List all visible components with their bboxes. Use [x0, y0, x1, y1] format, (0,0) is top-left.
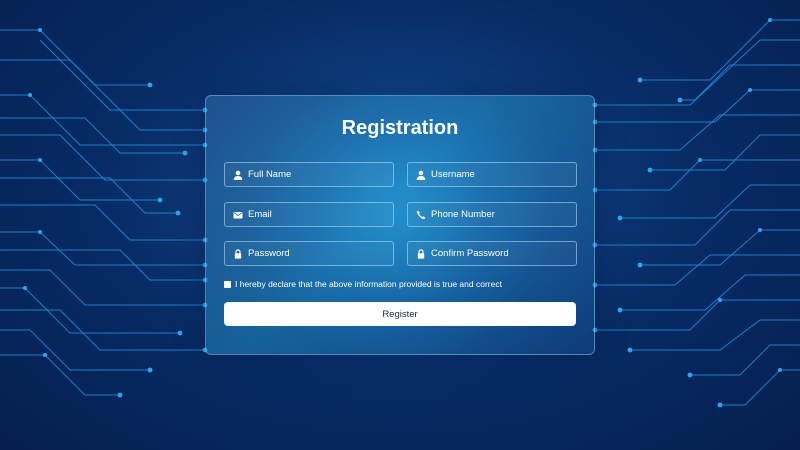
circuit-trace — [0, 269, 205, 306]
username-field[interactable] — [407, 162, 577, 187]
circuit-trace — [595, 254, 800, 286]
circuit-node — [38, 28, 42, 32]
circuit-node — [175, 210, 181, 216]
declaration-checkbox[interactable] — [224, 280, 231, 288]
user-icon — [233, 170, 243, 180]
confirm-password-field[interactable] — [407, 241, 577, 266]
password-field[interactable] — [224, 241, 394, 266]
circuit-node — [647, 167, 653, 173]
circuit-trace — [620, 274, 800, 311]
circuit-trace — [640, 229, 800, 266]
circuit-node — [23, 286, 27, 290]
circuit-node — [718, 298, 722, 302]
circuit-node — [38, 158, 42, 162]
phone-input[interactable] — [431, 209, 571, 220]
user-icon — [416, 170, 426, 180]
circuit-node — [182, 150, 188, 156]
declaration-row[interactable]: I hereby declare that the above informat… — [224, 279, 502, 289]
circuit-trace — [595, 114, 800, 151]
circuit-node — [617, 307, 623, 313]
circuit-node — [157, 197, 163, 203]
circuit-node — [717, 402, 723, 408]
circuit-node — [147, 367, 153, 373]
circuit-trace — [680, 64, 800, 101]
circuit-node — [687, 372, 693, 378]
circuit-node — [758, 228, 762, 232]
circuit-trace — [0, 354, 120, 396]
circuit-trace — [0, 231, 205, 266]
circuit-trace — [640, 19, 800, 81]
lock-icon — [416, 248, 426, 259]
circuit-node — [637, 77, 643, 83]
declaration-label: I hereby declare that the above informat… — [235, 279, 502, 289]
circuit-node — [748, 88, 752, 92]
circuit-node — [677, 97, 683, 103]
circuit-trace — [595, 39, 800, 106]
circuit-trace — [595, 299, 800, 331]
circuit-trace — [595, 209, 800, 246]
username-input[interactable] — [431, 169, 571, 180]
circuit-node — [147, 82, 153, 88]
circuit-node — [768, 18, 772, 22]
form-title: Registration — [341, 117, 459, 139]
circuit-trace — [0, 204, 205, 241]
circuit-node — [637, 262, 643, 268]
circuit-trace — [0, 29, 150, 86]
circuit-trace — [0, 309, 205, 351]
circuit-node — [177, 330, 183, 336]
circuit-node — [117, 392, 123, 398]
circuit-node — [698, 158, 702, 162]
circuit-node — [627, 347, 633, 353]
phone-icon — [416, 210, 426, 220]
full-name-input[interactable] — [248, 169, 388, 180]
lock-icon — [233, 248, 243, 259]
circuit-node — [28, 93, 32, 97]
circuit-node — [778, 368, 782, 372]
email-field[interactable] — [224, 202, 394, 227]
circuit-trace — [39, 39, 205, 111]
envelope-icon — [233, 210, 243, 220]
circuit-trace — [650, 134, 800, 171]
password-input[interactable] — [248, 248, 388, 259]
email-input[interactable] — [248, 209, 388, 220]
register-button[interactable]: Register — [224, 302, 576, 326]
full-name-field[interactable] — [224, 162, 394, 187]
circuit-node — [38, 230, 42, 234]
circuit-node — [43, 353, 47, 357]
circuit-trace — [0, 134, 205, 181]
circuit-trace — [595, 89, 800, 123]
circuit-node — [617, 215, 623, 221]
confirm-password-input[interactable] — [431, 248, 571, 259]
circuit-trace — [0, 177, 178, 214]
phone-field[interactable] — [407, 202, 577, 227]
